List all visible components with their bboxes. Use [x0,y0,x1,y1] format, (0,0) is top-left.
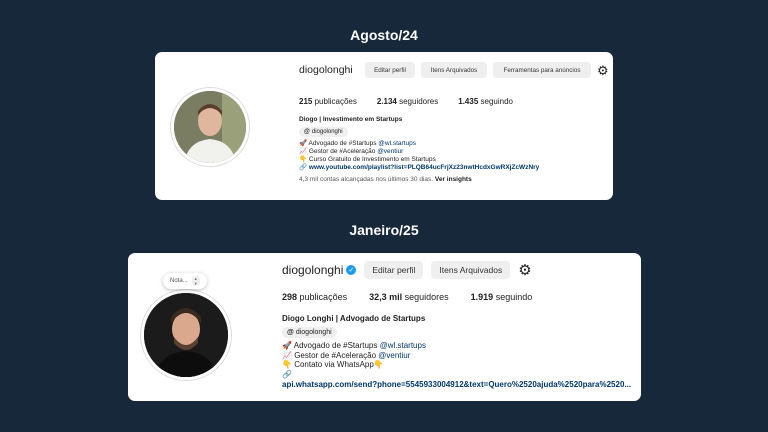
mention-link[interactable]: @wl.startups [380,341,426,350]
archived-items-button[interactable]: Itens Arquivados [431,261,511,279]
threads-icon: @ [287,328,294,336]
username: diogolonghi [299,63,353,76]
note-bubble[interactable]: Nota... ▲ ▼ [163,273,207,289]
avatar-ring[interactable] [170,87,250,167]
following-count[interactable]: 1.919 seguindo [471,292,533,302]
bio-link[interactable]: www.youtube.com/playlist?list=PLQB64ucFr… [309,164,539,171]
followers-count[interactable]: 2.134 seguidores [377,97,438,106]
profile-stats: 298 publicações 32,3 mil seguidores 1.91… [282,292,532,302]
note-label: Nota... [170,278,188,284]
edit-profile-button[interactable]: Editar perfil [364,261,424,279]
bio-line: 👇 Contato via WhatsApp👇 [282,360,384,370]
username: diogolonghi [282,263,344,277]
bio-name: Diogo | Investimento em Startups [299,116,403,123]
ad-tools-button[interactable]: Ferramentas para anúncios [493,62,591,78]
link-icon: 🔗 [282,369,292,379]
threads-badge[interactable]: @ diogolonghi [282,326,337,339]
bio-link-row: 🔗 www.youtube.com/playlist?list=PLQB64uc… [299,164,599,172]
profile-header-row: diogolonghi Editar perfil Itens Arquivad… [299,62,609,78]
bio-name: Diogo Longhi | Advogado de Startups [282,314,426,323]
gear-icon[interactable]: ⚙ [518,263,531,278]
view-insights-link[interactable]: Ver insights [435,176,472,183]
bio-line: 📈 Gestor de #Aceleração @ventiur [282,350,411,360]
avatar[interactable] [174,91,246,163]
bio-line: 🚀 Advogado de #Startups @wl.startups [299,140,416,147]
gear-icon[interactable]: ⚙ [597,64,609,77]
profile-bio: Diogo | Investimento em Startups @ diogo… [299,116,599,184]
note-toggle-icon: ▲ ▼ [191,276,200,286]
avatar-photo [144,293,228,377]
insights-row: 4,3 mil contas alcançadas nos últimos 30… [299,176,472,183]
mention-link[interactable]: @wl.startups [378,140,416,147]
bio-line: 👇 Curso Gratuito de Investimento em Star… [299,156,436,163]
following-count[interactable]: 1.435 seguindo [458,97,513,106]
profile-card-august: diogolonghi Editar perfil Itens Arquivad… [155,52,613,200]
posts-count[interactable]: 298 publicações [282,292,347,302]
threads-badge[interactable]: @ diogolonghi [299,127,348,137]
threads-icon: @ [304,129,310,135]
profile-stats: 215 publicações 2.134 seguidores 1.435 s… [299,97,513,106]
bio-link-row: 🔗 api.whatsapp.com/send?phone=5545933004… [282,370,632,389]
archived-items-button[interactable]: Itens Arquivados [421,62,487,78]
avatar-photo [174,91,246,163]
bio-link[interactable]: api.whatsapp.com/send?phone=554593300491… [282,380,631,389]
avatar[interactable] [144,293,228,377]
mention-link[interactable]: @ventiur [378,351,410,360]
profile-header-row: diogolonghi ✓ Editar perfil Itens Arquiv… [282,261,532,279]
verified-badge-icon: ✓ [346,265,357,275]
profile-card-january: Nota... ▲ ▼ diogolonghi ✓ Editar perfil I… [128,253,641,401]
mention-link[interactable]: @ventiur [377,148,403,155]
followers-count[interactable]: 32,3 mil seguidores [369,292,449,302]
section-title-january: Janeiro/25 [349,222,419,238]
section-title-august: Agosto/24 [350,27,418,43]
avatar-ring[interactable] [140,289,232,381]
profile-bio: Diogo Longhi | Advogado de Startups @ di… [282,314,632,389]
posts-count[interactable]: 215 publicações [299,97,357,106]
link-icon: 🔗 [299,164,308,171]
edit-profile-button[interactable]: Editar perfil [365,62,415,78]
threads-handle: diogolonghi [311,129,343,135]
bio-line: 📈 Gestor de #Aceleração @ventiur [299,148,404,155]
threads-handle: diogolonghi [295,328,332,336]
bio-line: 🚀 Advogado de #Startups @wl.startups [282,341,426,351]
